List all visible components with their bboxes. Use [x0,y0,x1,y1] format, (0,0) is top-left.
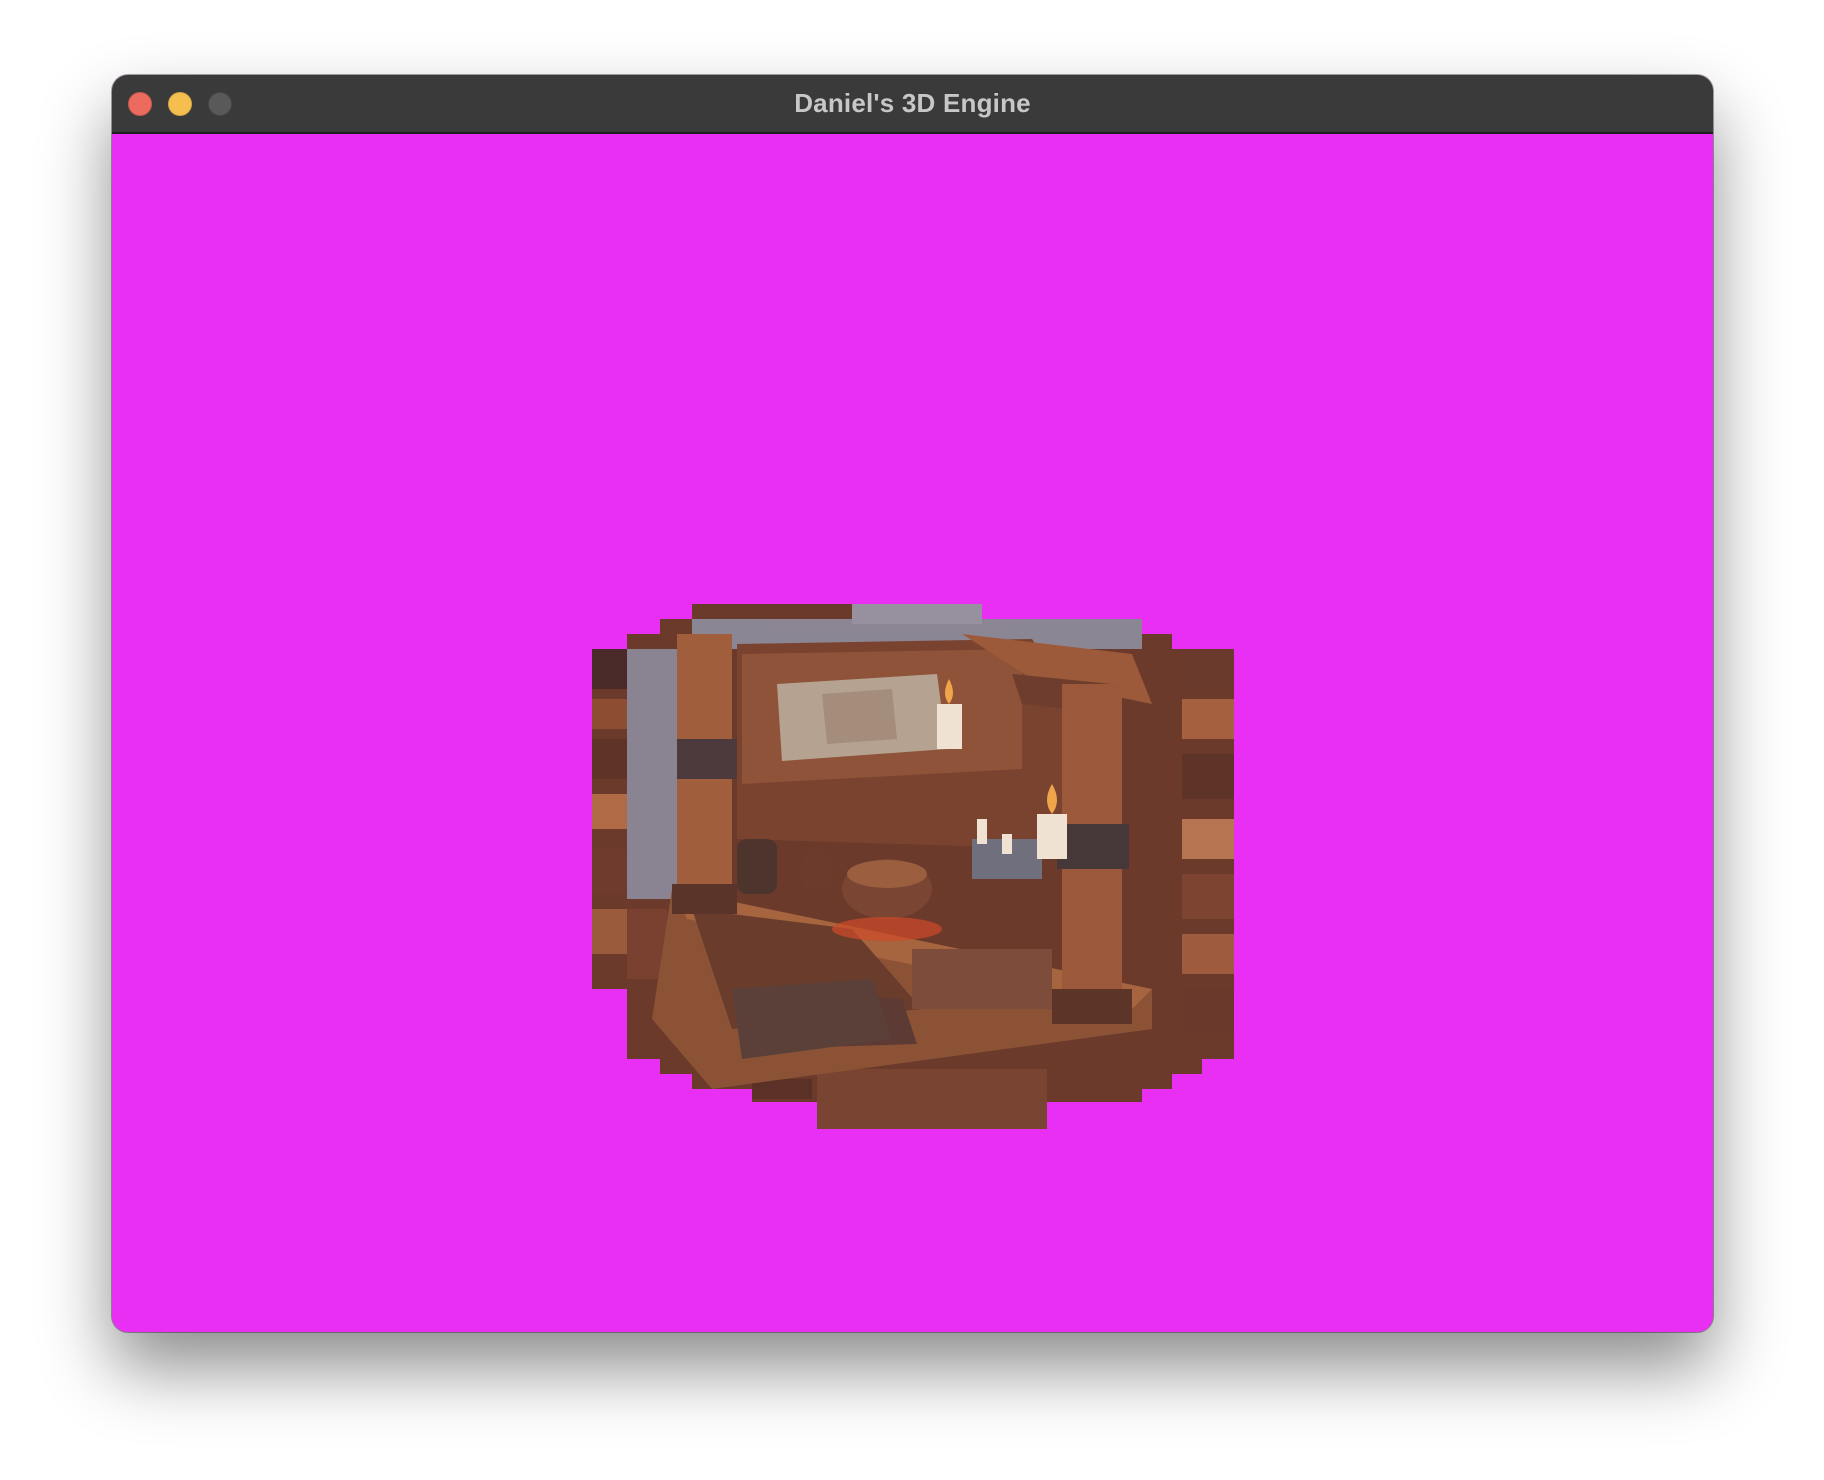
rendered-3d-model [592,604,1234,1129]
title-bar[interactable]: Daniel's 3D Engine [112,75,1713,134]
render-viewport[interactable] [112,134,1713,1332]
window-title: Daniel's 3D Engine [794,88,1031,118]
diorama-back-wall [737,639,1062,849]
left-pillar [672,634,737,914]
app-window: Daniel's 3D Engine [112,75,1713,1332]
